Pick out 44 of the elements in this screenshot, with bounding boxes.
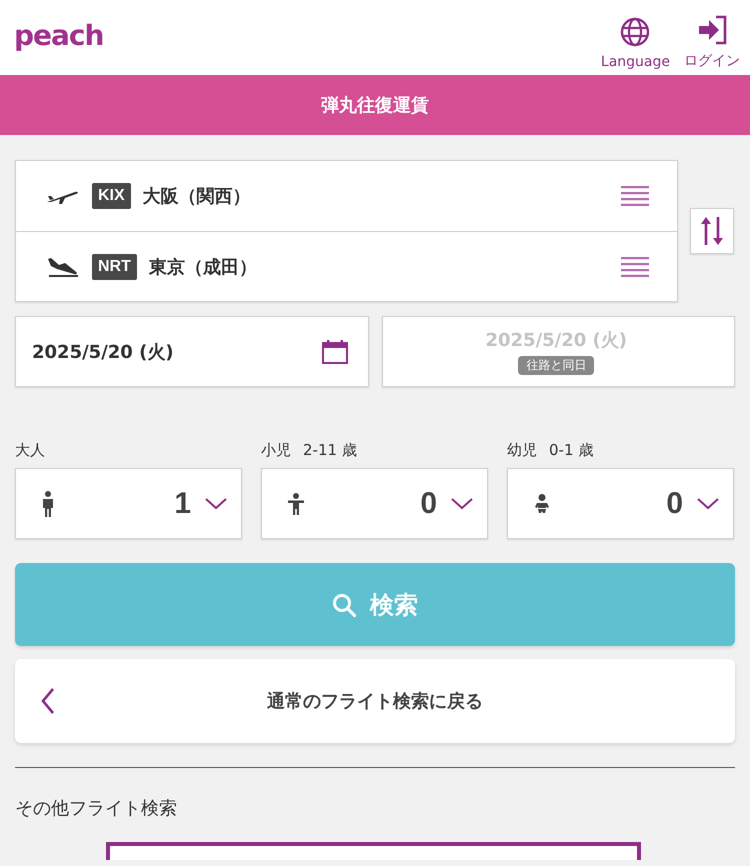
airport-code-badge: NRT bbox=[92, 254, 137, 280]
chevron-down-icon bbox=[205, 498, 227, 510]
same-day-badge: 往路と同日 bbox=[518, 356, 594, 375]
fare-banner: 弾丸往復運賃 bbox=[0, 75, 750, 135]
back-to-flight-search-button[interactable]: 通常のフライト検索に戻る bbox=[15, 659, 735, 743]
chevron-left-icon bbox=[41, 688, 55, 714]
language-button[interactable]: Language bbox=[600, 17, 670, 70]
airport-selector[interactable]: NRT 東京（成田） bbox=[16, 231, 677, 301]
passenger-count-select[interactable]: 1 bbox=[15, 468, 242, 539]
login-icon bbox=[697, 15, 727, 45]
passenger-count: 0 bbox=[665, 486, 683, 520]
departure-date-field[interactable]: 2025/5/20 (火) bbox=[15, 316, 368, 387]
passenger-type-label: 幼児 bbox=[507, 440, 537, 460]
globe-icon bbox=[620, 17, 650, 47]
departure-date: 2025/5/20 (火) bbox=[32, 340, 174, 364]
age-range-label: 2-11 歳 bbox=[303, 440, 357, 460]
passenger-count-select[interactable]: 0 bbox=[507, 468, 734, 539]
chevron-down-icon bbox=[451, 498, 473, 510]
airport-name: 大阪（関西） bbox=[142, 185, 252, 208]
swap-airports-button[interactable] bbox=[690, 208, 734, 254]
swap-arrows-icon bbox=[701, 216, 723, 246]
outlined-button[interactable] bbox=[106, 842, 641, 860]
passenger-type-label: 小児 bbox=[261, 440, 291, 460]
airport-code-badge: KIX bbox=[92, 183, 131, 209]
calendar-icon bbox=[322, 340, 348, 364]
age-range-label: 0-1 歳 bbox=[549, 440, 594, 460]
airport-name: 東京（成田） bbox=[148, 256, 258, 278]
list-icon bbox=[621, 186, 649, 206]
passenger-count: 0 bbox=[419, 486, 437, 520]
section-heading: その他フライト検索 bbox=[15, 797, 178, 820]
infant-icon bbox=[534, 494, 550, 514]
list-icon bbox=[621, 256, 649, 276]
passenger-count-select[interactable]: 0 bbox=[261, 468, 488, 539]
login-button[interactable]: ログイン bbox=[684, 15, 740, 70]
passenger-count: 1 bbox=[173, 486, 191, 520]
adult-icon bbox=[42, 490, 54, 516]
peach-logo[interactable]: peach bbox=[14, 19, 104, 52]
return-date: 2025/5/20 (火) bbox=[485, 329, 628, 352]
search-icon bbox=[332, 592, 356, 616]
airport-selector[interactable]: KIX 大阪（関西） bbox=[16, 161, 677, 231]
passenger-type-label: 大人 bbox=[15, 440, 45, 460]
landing-plane-icon bbox=[45, 256, 79, 276]
child-icon bbox=[288, 492, 304, 514]
chevron-down-icon bbox=[697, 498, 719, 510]
